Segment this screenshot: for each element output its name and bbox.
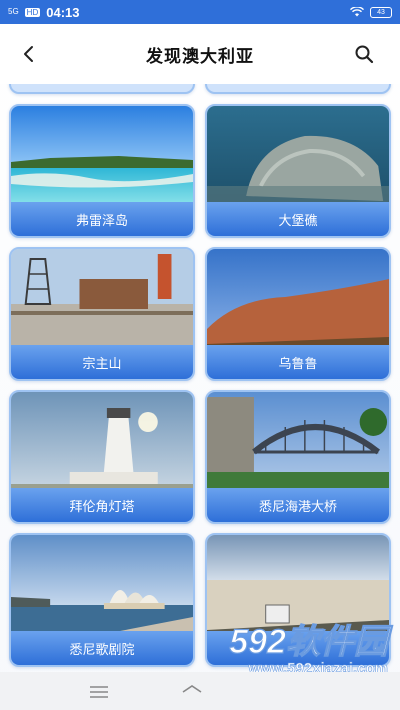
place-name: 弗雷泽岛 — [11, 202, 193, 236]
battery-level: 43 — [377, 8, 385, 16]
status-bar: 5G HD 04:13 43 — [0, 0, 400, 24]
place-card-great-barrier-reef[interactable]: 大堡礁 — [205, 104, 391, 238]
menu-icon — [90, 686, 108, 698]
page-title: 发现澳大利亚 — [146, 46, 254, 67]
places-grid: 弗雷泽岛 大堡礁 宗主山 乌鲁鲁 拜伦角灯塔 悉尼海港大桥 悉尼歌剧院 — [0, 84, 400, 672]
watermark-logo: 592软件园 — [229, 623, 389, 661]
system-nav-bar — [0, 672, 400, 710]
cape-byron-lighthouse-image — [11, 392, 193, 492]
place-card-sydney-harbour-bridge[interactable]: 悉尼海港大桥 — [205, 390, 391, 524]
back-button[interactable] — [4, 24, 52, 84]
place-name: 宗主山 — [11, 345, 193, 379]
place-card-uluru[interactable]: 乌鲁鲁 — [205, 247, 391, 381]
place-card-fraser-island[interactable]: 弗雷泽岛 — [9, 104, 195, 238]
beach-image — [207, 535, 389, 635]
battery-icon: 43 — [370, 6, 392, 18]
sydney-harbour-bridge-image — [207, 392, 389, 492]
sydney-opera-house-image — [11, 535, 193, 635]
place-name: 拜伦角灯塔 — [11, 488, 193, 522]
place-card-sovereign-hill[interactable]: 宗主山 — [9, 247, 195, 381]
hd-badge: HD — [24, 7, 41, 17]
fraser-island-image — [11, 106, 193, 206]
great-barrier-reef-image — [207, 106, 389, 206]
place-name: 乌鲁鲁 — [207, 345, 389, 379]
signal-indicator: 5G — [8, 7, 19, 16]
back-arrow-icon — [24, 46, 33, 62]
place-card-partial[interactable] — [9, 84, 195, 94]
home-icon — [182, 685, 202, 693]
place-card-sydney-opera-house[interactable]: 悉尼歌剧院 — [9, 533, 195, 667]
nav-home-button[interactable] — [180, 684, 204, 704]
place-name: 悉尼海港大桥 — [207, 488, 389, 522]
search-icon — [355, 45, 374, 64]
sovereign-hill-image — [11, 249, 193, 349]
app-header: 发现澳大利亚 — [0, 24, 400, 84]
search-button[interactable] — [340, 24, 388, 84]
place-card-cape-byron-lighthouse[interactable]: 拜伦角灯塔 — [9, 390, 195, 524]
wifi-icon — [350, 7, 364, 17]
status-time: 04:13 — [46, 4, 80, 20]
place-card-partial[interactable] — [205, 84, 391, 94]
place-name: 悉尼歌剧院 — [11, 631, 193, 665]
uluru-image — [207, 249, 389, 349]
place-name: 大堡礁 — [207, 202, 389, 236]
nav-menu-button[interactable] — [88, 684, 110, 703]
